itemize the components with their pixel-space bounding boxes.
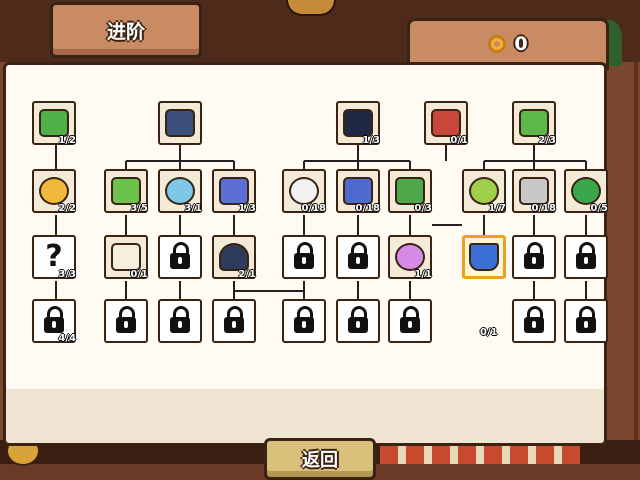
currency-value: 0: [514, 33, 528, 55]
chef-hat-robot-icon: [343, 109, 373, 137]
lock-icon: [576, 306, 596, 333]
upgrade-node-locked[interactable]: 4/4: [32, 299, 76, 344]
upgrade-node-clover-coin[interactable]: 1/7: [462, 169, 506, 214]
upgrade-node-clover-recipe[interactable]: 1/2: [32, 101, 76, 146]
question-mark-icon: ?: [45, 239, 63, 274]
clover-recipe-icon: [39, 109, 69, 137]
upgrade-node-mystery[interactable]: ? 3/3: [32, 235, 76, 280]
lock-icon: [224, 306, 244, 333]
mystery-box-icon: [395, 177, 425, 205]
egg-sparkle-icon: [289, 177, 319, 205]
upgrade-node-rice-ball-robot[interactable]: 2/1: [212, 235, 256, 280]
lock-icon: [400, 306, 420, 333]
upgrade-node-star-wand[interactable]: 1/1: [388, 235, 432, 280]
upgrade-node-locked[interactable]: [282, 299, 326, 343]
blue-card-icon: [343, 177, 373, 205]
robot-chef-icon: [165, 109, 195, 137]
upgrade-node-locked[interactable]: [564, 235, 608, 279]
upgrade-node-locked[interactable]: [512, 299, 556, 343]
upgrade-node-locked[interactable]: [158, 235, 202, 279]
upgrade-node-lucky-cat[interactable]: 0/1: [104, 235, 148, 280]
lock-icon: [170, 242, 190, 269]
upgrade-node-robot-chef[interactable]: [158, 101, 202, 145]
lock-icon: [348, 242, 368, 269]
shop-stall-icon: [431, 109, 461, 137]
upgrade-node-blue-card[interactable]: 0/18: [336, 169, 380, 214]
clover-coin-icon: [469, 177, 499, 205]
upgrade-node-locked[interactable]: [158, 299, 202, 343]
lock-icon: [348, 306, 368, 333]
upgrade-node-locked[interactable]: [512, 235, 556, 279]
upgrade-node-chef-hat-robot[interactable]: 1/3: [336, 101, 380, 146]
lock-icon: [44, 306, 64, 333]
refresh-icon: [571, 177, 601, 205]
upgrade-node-fan[interactable]: 3/1: [158, 169, 202, 214]
back-button[interactable]: 返回: [264, 438, 376, 480]
gear-icon: [488, 35, 507, 53]
star-wand-icon: [395, 243, 425, 271]
upgrade-tree-panel: 1/2 2/2 ? 3/3 4/4 3/5 3/1 1/3 0/1 2/1 1/…: [3, 62, 608, 480]
page-title: 进阶: [50, 2, 202, 58]
money-clover-icon: [519, 109, 549, 137]
upgrade-node-basket-selected[interactable]: [462, 235, 506, 279]
lock-icon: [294, 306, 314, 333]
rug-decoration: [380, 446, 580, 464]
floating-count: 0/1: [480, 327, 498, 338]
lucky-cat-icon: [111, 243, 141, 271]
upgrade-node-egg-sparkle[interactable]: 0/18: [282, 169, 326, 214]
lock-icon: [116, 306, 136, 333]
upgrade-node-locked[interactable]: [104, 299, 148, 343]
upgrade-node-locked[interactable]: [282, 235, 326, 279]
upgrade-node-mystery-box[interactable]: 0/3: [388, 169, 432, 214]
upgrade-node-locked[interactable]: [336, 235, 380, 279]
upgrade-node-locked[interactable]: [564, 299, 608, 343]
lock-icon: [524, 242, 544, 269]
upgrade-node-clover-fruit[interactable]: 2/2: [32, 169, 76, 214]
lock-icon: [576, 242, 596, 269]
clover-fruit-icon: [39, 177, 69, 205]
upgrade-node-locked[interactable]: [388, 299, 432, 343]
upgrade-node-coin-stack[interactable]: 0/18: [512, 169, 556, 214]
sparkle-card-icon: [219, 177, 249, 205]
upgrade-node-shop-stall[interactable]: 0/1: [424, 101, 468, 146]
upgrade-node-locked[interactable]: [336, 299, 380, 343]
upgrade-node-refresh[interactable]: 0/5: [564, 169, 608, 214]
basket-icon: [469, 243, 499, 271]
lock-icon: [524, 306, 544, 333]
lock-icon: [294, 242, 314, 269]
upgrade-node-clover-lightning[interactable]: 3/5: [104, 169, 148, 214]
upgrade-node-money-clover[interactable]: 2/3: [512, 101, 556, 146]
coin-stack-icon: [519, 177, 549, 205]
upgrade-node-sparkle-card[interactable]: 1/3: [212, 169, 256, 214]
upgrade-node-locked[interactable]: [212, 299, 256, 343]
fan-icon: [165, 177, 195, 205]
clover-lightning-icon: [111, 177, 141, 205]
rice-ball-robot-icon: [219, 243, 249, 271]
lock-icon: [170, 306, 190, 333]
